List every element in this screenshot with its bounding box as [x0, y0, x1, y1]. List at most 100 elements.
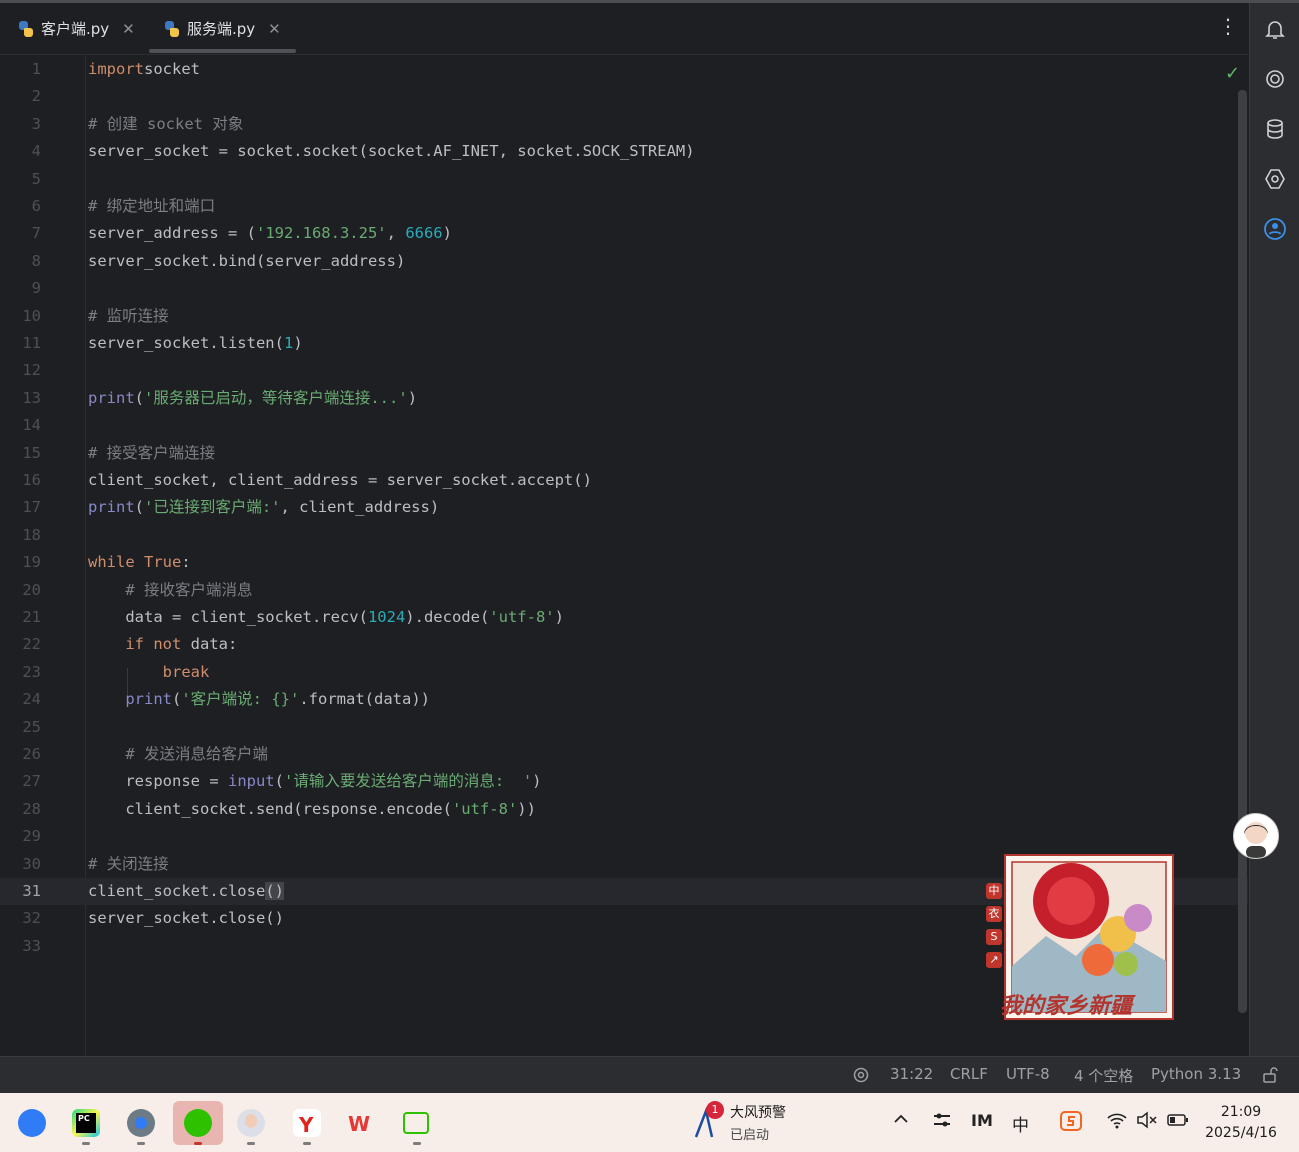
wechat-app-icon[interactable] [173, 1101, 223, 1145]
line-number[interactable]: 29 [0, 823, 41, 850]
code-text[interactable]: print('已连接到客户端:', client_address) [88, 494, 439, 521]
code-text[interactable]: client_socket.send(response.encode('utf-… [88, 796, 536, 823]
code-text[interactable]: data = client_socket.recv(1024).decode('… [88, 604, 564, 631]
line-number[interactable]: 14 [0, 412, 41, 439]
code-line[interactable]: 1 importsocket [0, 56, 1248, 83]
more-options-icon[interactable]: ⋮ [1218, 16, 1238, 36]
code-text[interactable]: # 发送消息给客户端 [88, 741, 268, 768]
code-line[interactable]: 19 while True: [0, 549, 1248, 576]
indent-setting[interactable]: 4 个空格 [1074, 1065, 1133, 1086]
database-icon[interactable] [1262, 117, 1288, 143]
code-line[interactable]: 12 [0, 357, 1248, 384]
line-number[interactable]: 2 [0, 83, 41, 110]
pycharm-app-icon[interactable]: PC [64, 1101, 108, 1145]
line-number[interactable]: 32 [0, 905, 41, 932]
sticker-action-1[interactable]: 中 [986, 883, 1002, 899]
code-line[interactable]: 16 client_socket, client_address = server… [0, 467, 1248, 494]
code-line[interactable]: 9 [0, 275, 1248, 302]
line-number[interactable]: 33 [0, 933, 41, 960]
code-line[interactable]: 26 # 发送消息给客户端 [0, 741, 1248, 768]
code-line[interactable]: 7 server_address = ('192.168.3.25', 6666) [0, 220, 1248, 247]
code-text[interactable]: server_socket = socket.socket(socket.AF_… [88, 138, 695, 165]
ime-mode-icon[interactable]: IM [971, 1111, 993, 1130]
volume-muted-icon[interactable] [1136, 1111, 1158, 1134]
line-number[interactable]: 30 [0, 851, 41, 878]
remote-app-icon[interactable] [395, 1101, 439, 1145]
code-text[interactable]: client_socket, client_address = server_s… [88, 467, 592, 494]
line-number[interactable]: 16 [0, 467, 41, 494]
code-text[interactable]: print('服务器已启动，等待客户端连接...') [88, 385, 417, 412]
line-number[interactable]: 7 [0, 220, 41, 247]
line-number[interactable]: 11 [0, 330, 41, 357]
close-tab-icon[interactable]: ✕ [122, 20, 135, 38]
python-interpreter[interactable]: Python 3.13 [1151, 1065, 1241, 1083]
line-number[interactable]: 18 [0, 522, 41, 549]
line-number[interactable]: 20 [0, 577, 41, 604]
line-number[interactable]: 23 [0, 659, 41, 686]
sticker-action-2[interactable]: 衣 [986, 906, 1002, 922]
code-text[interactable]: while True: [88, 549, 191, 576]
code-line[interactable]: 21 data = client_socket.recv(1024).decod… [0, 604, 1248, 631]
yandex-app-icon[interactable]: Y [285, 1101, 329, 1145]
line-number[interactable]: 9 [0, 275, 41, 302]
code-line[interactable]: 28 client_socket.send(response.encode('u… [0, 796, 1248, 823]
code-text[interactable]: server_socket.listen(1) [88, 330, 303, 357]
code-text[interactable]: # 接收客户端消息 [88, 577, 252, 604]
code-text[interactable]: # 绑定地址和端口 [88, 193, 215, 220]
close-tab-icon[interactable]: ✕ [268, 20, 281, 38]
background-tasks-icon[interactable] [853, 1067, 869, 1087]
code-text[interactable]: importsocket [88, 56, 200, 83]
code-line[interactable]: 11 server_socket.listen(1) [0, 330, 1248, 357]
code-text[interactable]: # 关闭连接 [88, 851, 169, 878]
input-method-indicator[interactable]: 中 [1012, 1111, 1029, 1136]
line-number[interactable]: 1 [0, 56, 41, 83]
code-text[interactable]: server_address = ('192.168.3.25', 6666) [88, 220, 452, 247]
show-hidden-icons-chevron-icon[interactable] [893, 1111, 909, 1132]
code-text[interactable]: server_socket.bind(server_address) [88, 248, 405, 275]
sticker-action-4[interactable]: ↗ [986, 952, 1002, 968]
code-line[interactable]: 17 print('已连接到客户端:', client_address) [0, 494, 1248, 521]
code-line[interactable]: 3 # 创建 socket 对象 [0, 111, 1248, 138]
plugin-icon[interactable] [1262, 167, 1288, 193]
unlock-icon[interactable] [1261, 1066, 1279, 1088]
code-text[interactable]: print('客户端说: {}'.format(data)) [88, 686, 430, 713]
sticker-action-3[interactable]: S [986, 929, 1002, 945]
line-number[interactable]: 12 [0, 357, 41, 384]
hometown-sticker-image[interactable]: 我的家乡新疆 [1000, 854, 1174, 1020]
weather-alert-title[interactable]: 大风预警 [730, 1102, 786, 1122]
avatar-app-icon[interactable] [229, 1101, 273, 1145]
wifi-icon[interactable] [1106, 1111, 1128, 1134]
code-line[interactable]: 15 # 接受客户端连接 [0, 440, 1248, 467]
wps-app-icon[interactable]: W [340, 1101, 384, 1145]
cloud-app-icon[interactable] [10, 1101, 54, 1145]
code-line[interactable]: 8 server_socket.bind(server_address) [0, 248, 1248, 275]
inspection-ok-icon[interactable]: ✓ [1225, 63, 1240, 84]
code-text[interactable]: # 接受客户端连接 [88, 440, 215, 467]
code-line[interactable]: 4 server_socket = socket.socket(socket.AF… [0, 138, 1248, 165]
code-line[interactable]: 2 [0, 83, 1248, 110]
line-number[interactable]: 4 [0, 138, 41, 165]
battery-icon[interactable] [1167, 1111, 1189, 1134]
code-text[interactable]: client_socket.close() [88, 878, 284, 905]
line-number[interactable]: 19 [0, 549, 41, 576]
taskbar-clock[interactable]: 21:09 2025/4/16 [1200, 1102, 1282, 1144]
line-number[interactable]: 27 [0, 768, 41, 795]
code-text[interactable]: if not data: [88, 631, 237, 658]
code-text[interactable]: server_socket.close() [88, 905, 284, 932]
line-separator[interactable]: CRLF [950, 1065, 988, 1083]
line-number[interactable]: 26 [0, 741, 41, 768]
caret-position[interactable]: 31:22 [890, 1065, 933, 1083]
code-line[interactable]: 22 if not data: [0, 631, 1248, 658]
code-line[interactable]: 29 [0, 823, 1248, 850]
code-line[interactable]: 20 # 接收客户端消息 [0, 577, 1248, 604]
code-text[interactable]: # 监听连接 [88, 303, 169, 330]
code-line[interactable]: 5 [0, 166, 1248, 193]
code-line[interactable]: 24 print('客户端说: {}'.format(data)) [0, 686, 1248, 713]
line-number[interactable]: 31 [0, 878, 41, 905]
line-number[interactable]: 21 [0, 604, 41, 631]
line-number[interactable]: 3 [0, 111, 41, 138]
tab-client-py[interactable]: 客户端.py ✕ [18, 3, 135, 54]
code-line[interactable]: 25 [0, 714, 1248, 741]
assistant-avatar[interactable] [1233, 813, 1279, 859]
line-number[interactable]: 28 [0, 796, 41, 823]
